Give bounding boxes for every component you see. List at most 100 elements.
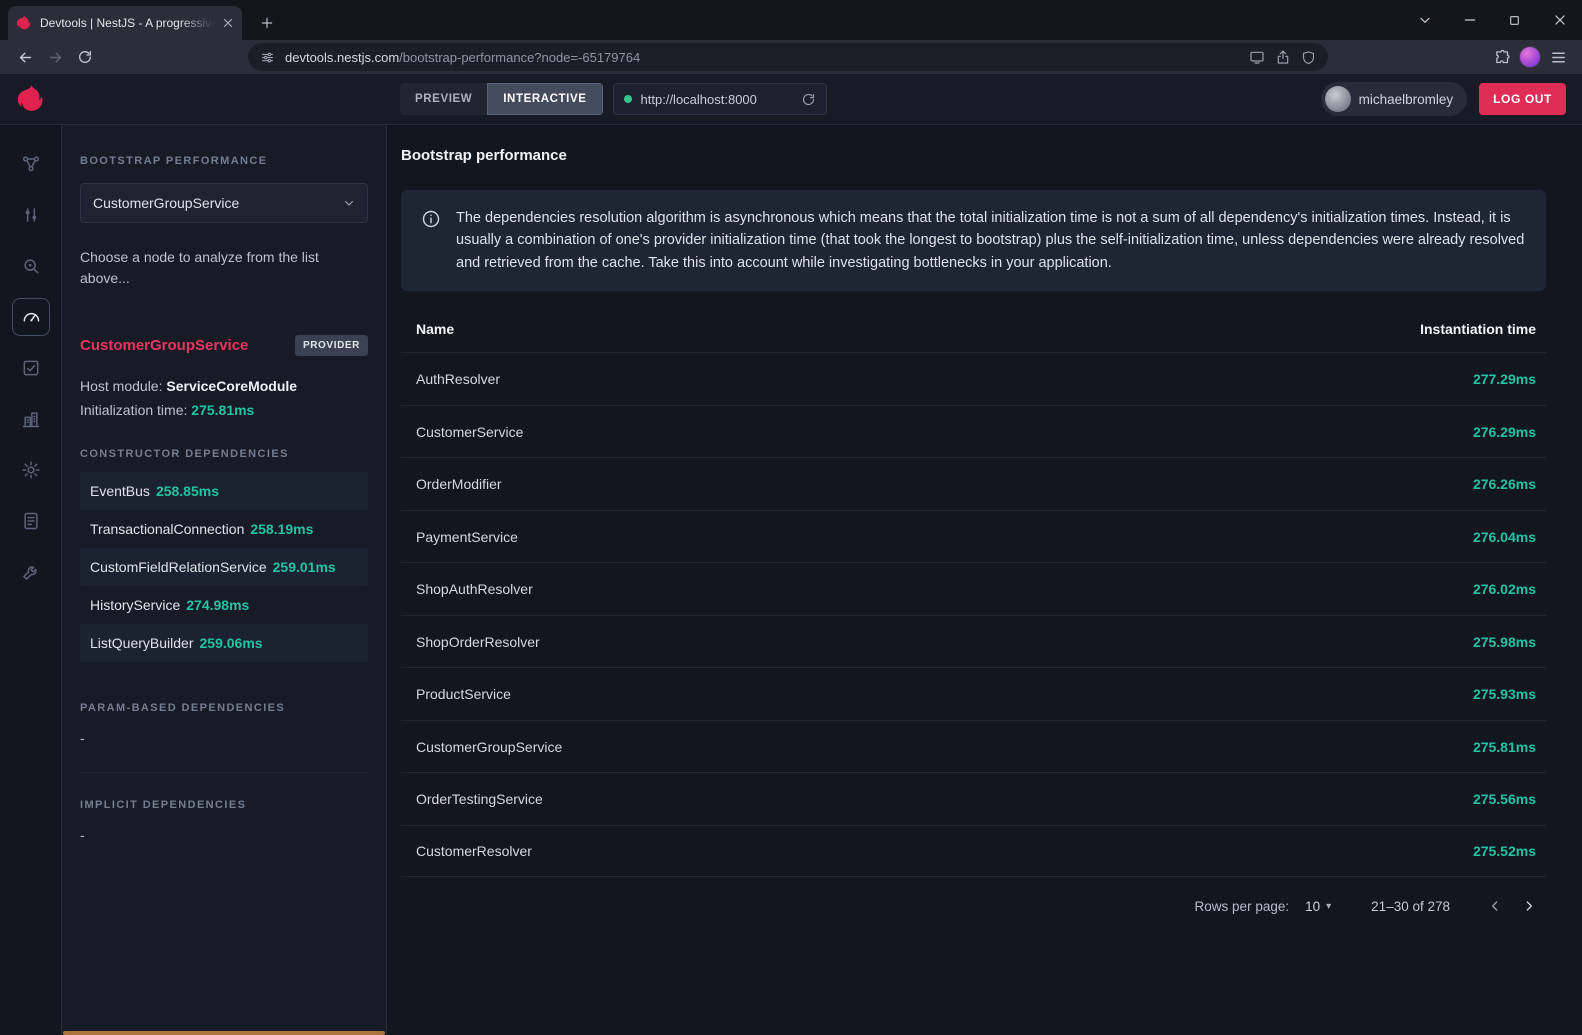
selected-node-name: CustomerGroupService (80, 337, 248, 354)
docs-icon (21, 511, 41, 531)
interactive-mode-button[interactable]: INTERACTIVE (487, 83, 602, 115)
nav-modules[interactable] (12, 400, 50, 438)
dependency-item[interactable]: CustomFieldRelationService 259.01ms (80, 548, 368, 586)
constructor-deps-list: EventBus 258.85ms TransactionalConnectio… (80, 472, 368, 662)
nav-settings[interactable] (12, 451, 50, 489)
time-column-header: Instantiation time (1420, 321, 1536, 337)
page-title: Bootstrap performance (401, 147, 1546, 164)
nav-tools[interactable] (12, 553, 50, 591)
modules-icon (21, 409, 41, 429)
row-name: CustomerGroupService (416, 739, 562, 755)
row-time: 275.98ms (1473, 634, 1536, 650)
row-name: PaymentService (416, 529, 518, 545)
nav-docs[interactable] (12, 502, 50, 540)
share-icon[interactable] (1275, 49, 1291, 65)
nav-audit[interactable] (12, 349, 50, 387)
inspect-icon (21, 256, 41, 276)
new-tab-button[interactable] (252, 8, 282, 38)
chevron-down-icon (343, 197, 355, 209)
menu-icon[interactable] (1544, 49, 1572, 66)
name-column-header: Name (416, 321, 454, 337)
nestjs-favicon (16, 15, 32, 31)
init-time-row: Initialization time: 275.81ms (80, 398, 368, 422)
table-row: OrderTestingService 275.56ms (401, 772, 1546, 825)
target-url-box[interactable]: http://localhost:8000 (613, 83, 827, 115)
tab-close-icon[interactable] (222, 17, 234, 29)
node-select-value: CustomerGroupService (93, 195, 335, 211)
dependency-name: HistoryService (90, 597, 180, 613)
reload-button[interactable] (70, 43, 100, 71)
address-bar[interactable]: devtools.nestjs.com/bootstrap-performanc… (248, 43, 1328, 71)
implicit-deps-value: - (80, 827, 368, 843)
dependency-time: 259.01ms (273, 559, 336, 575)
main-content: Bootstrap performance The dependencies r… (387, 125, 1582, 1035)
table-row: ShopOrderResolver 275.98ms (401, 615, 1546, 668)
url-path: /bootstrap-performance?node=-65179764 (399, 50, 640, 65)
user-name: michaelbromley (1359, 92, 1454, 107)
close-button[interactable] (1537, 0, 1582, 40)
maximize-button[interactable] (1492, 0, 1537, 40)
nav-inspect[interactable] (12, 247, 50, 285)
brave-shield-icon[interactable] (1301, 50, 1316, 65)
extensions-icon[interactable] (1488, 49, 1516, 66)
row-name: AuthResolver (416, 371, 500, 387)
row-name: OrderTestingService (416, 791, 543, 807)
dependency-item[interactable]: TransactionalConnection 258.19ms (80, 510, 368, 548)
dependency-name: EventBus (90, 483, 150, 499)
user-avatar (1325, 86, 1351, 112)
page-range: 21–30 of 278 (1371, 899, 1450, 914)
dependency-item[interactable]: EventBus 258.85ms (80, 472, 368, 510)
browser-toolbar: devtools.nestjs.com/bootstrap-performanc… (0, 40, 1582, 74)
sidebar-section-title: BOOTSTRAP PERFORMANCE (80, 155, 368, 167)
target-url: http://localhost:8000 (641, 92, 792, 107)
dependency-item[interactable]: HistoryService 274.98ms (80, 586, 368, 624)
row-time: 275.56ms (1473, 791, 1536, 807)
url-text: devtools.nestjs.com/bootstrap-performanc… (285, 50, 1239, 65)
audit-icon (21, 358, 41, 378)
implicit-deps-title: IMPLICIT DEPENDENCIES (80, 799, 368, 811)
row-name: ProductService (416, 686, 511, 702)
table-row: AuthResolver 277.29ms (401, 352, 1546, 405)
dependency-time: 274.98ms (186, 597, 249, 613)
table-row: CustomerService 276.29ms (401, 405, 1546, 458)
logout-button[interactable]: LOG OUT (1479, 83, 1566, 115)
row-time: 276.04ms (1473, 529, 1536, 545)
forward-button[interactable] (40, 43, 70, 71)
horizontal-scrollbar[interactable] (63, 1031, 385, 1035)
table-row: ProductService 275.93ms (401, 667, 1546, 720)
app-header: PREVIEW INTERACTIVE http://localhost:800… (0, 74, 1582, 125)
node-select[interactable]: CustomerGroupService (80, 183, 368, 223)
nav-graph[interactable] (12, 145, 50, 183)
next-page-button[interactable] (1512, 889, 1546, 923)
minimize-button[interactable] (1447, 0, 1492, 40)
mode-toggle: PREVIEW INTERACTIVE (400, 83, 603, 115)
site-settings-icon[interactable] (260, 50, 275, 65)
row-time: 276.02ms (1473, 581, 1536, 597)
nav-pipes[interactable] (12, 196, 50, 234)
tab-search-icon[interactable] (1402, 0, 1447, 40)
back-button[interactable] (10, 43, 40, 71)
profile-avatar[interactable] (1516, 46, 1544, 68)
sidebar-divider (80, 772, 368, 773)
previous-page-button[interactable] (1478, 889, 1512, 923)
table-row: OrderModifier 276.26ms (401, 457, 1546, 510)
nav-bootstrap-performance[interactable] (12, 298, 50, 336)
user-chip[interactable]: michaelbromley (1321, 82, 1468, 116)
preview-mode-button[interactable]: PREVIEW (400, 83, 487, 115)
send-to-device-icon[interactable] (1249, 49, 1265, 65)
table-row: PaymentService 276.04ms (401, 510, 1546, 563)
dependency-name: ListQueryBuilder (90, 635, 194, 651)
node-details: Host module: ServiceCoreModule Initializ… (80, 374, 368, 422)
info-icon (421, 209, 441, 274)
target-refresh-icon[interactable] (801, 92, 816, 107)
dependency-item[interactable]: ListQueryBuilder 259.06ms (80, 624, 368, 662)
table-header: Name Instantiation time (401, 305, 1546, 352)
browser-window: Devtools | NestJS - A progressive (0, 0, 1582, 1035)
nestjs-logo[interactable] (0, 84, 62, 114)
table-row: CustomerResolver 275.52ms (401, 825, 1546, 878)
constructor-deps-title: CONSTRUCTOR DEPENDENCIES (80, 448, 368, 460)
browser-tab[interactable]: Devtools | NestJS - A progressive (8, 6, 242, 40)
dependency-time: 258.85ms (156, 483, 219, 499)
row-name: CustomerService (416, 424, 523, 440)
rows-per-page-select[interactable]: 10 ▾ (1305, 899, 1331, 914)
